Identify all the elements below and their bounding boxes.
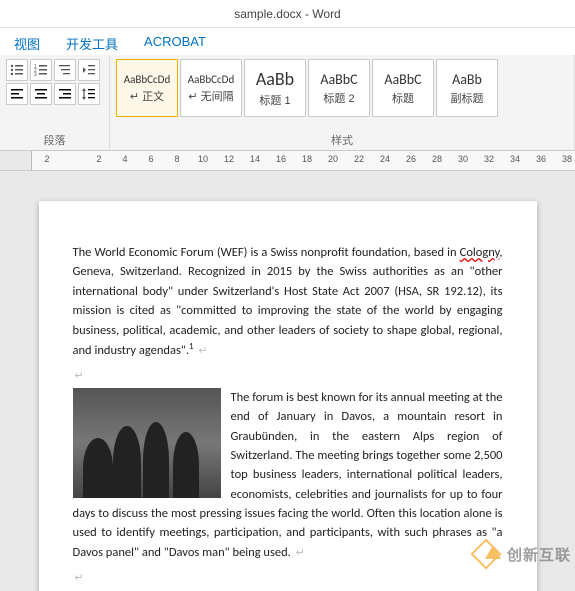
ruler-tick: 8 xyxy=(164,154,190,164)
document-area[interactable]: The World Economic Forum (WEF) is a Swis… xyxy=(0,171,575,591)
style-preview: AaBb xyxy=(452,71,482,88)
ruler-tick: 14 xyxy=(242,154,268,164)
style-tile-4[interactable]: AaBbC 标题 xyxy=(372,59,434,117)
style-preview: AaBb xyxy=(256,68,294,90)
footnote-ref-1[interactable]: 1 xyxy=(189,341,194,352)
tab-acrobat[interactable]: ACROBAT xyxy=(140,32,210,55)
style-name: ↵ 无间隔 xyxy=(188,88,233,104)
image-silhouette xyxy=(173,432,199,498)
ruler-tick xyxy=(60,154,86,164)
ruler-tick: 36 xyxy=(528,154,554,164)
style-name: ↵ 正文 xyxy=(130,88,164,104)
bullets-icon[interactable] xyxy=(6,59,28,81)
ruler-tick: 2 xyxy=(86,154,112,164)
align-center-icon[interactable] xyxy=(30,83,52,105)
styles-group-label: 样式 xyxy=(116,130,568,148)
style-name: 标题 2 xyxy=(323,90,354,106)
ruler-gutter xyxy=(0,151,32,170)
image-silhouette xyxy=(143,422,169,498)
ruler-numbers: 224681012141618202224262830323436384042 xyxy=(34,154,575,164)
title-bar: sample.docx - Word xyxy=(0,0,575,28)
numbering-icon[interactable]: 123 xyxy=(30,59,52,81)
ribbon: 123 段落 AaBbCcDd ↵ 正文 AaBbCcDd ↵ 无间隔 AaBb 标题 1… xyxy=(0,55,575,151)
watermark-logo-icon xyxy=(471,539,501,569)
style-tile-2[interactable]: AaBb 标题 1 xyxy=(244,59,306,117)
style-tile-3[interactable]: AaBbC 标题 2 xyxy=(308,59,370,117)
paragraph-group-label: 段落 xyxy=(6,130,103,148)
ruler-tick: 34 xyxy=(502,154,528,164)
horizontal-ruler[interactable]: 224681012141618202224262830323436384042 xyxy=(0,151,575,171)
window-title: sample.docx - Word xyxy=(234,7,340,21)
p1-text-a: The World Economic Forum (WEF) is a Swis… xyxy=(73,245,460,260)
spelling-error-cologny[interactable]: Cologny xyxy=(460,245,500,260)
style-preview: AaBbCcDd xyxy=(188,73,234,86)
watermark: 创新互联 xyxy=(471,539,571,569)
decrease-indent-icon[interactable] xyxy=(78,59,100,81)
line-spacing-icon[interactable] xyxy=(78,83,100,105)
ruler-tick: 2 xyxy=(34,154,60,164)
ruler-tick: 30 xyxy=(450,154,476,164)
inline-image[interactable] xyxy=(73,388,221,498)
app-window: sample.docx - Word 视图 开发工具 ACROBAT 123 段… xyxy=(0,0,575,573)
ruler-tick: 26 xyxy=(398,154,424,164)
style-name: 副标题 xyxy=(451,90,484,106)
paragraph-buttons: 123 xyxy=(6,59,103,105)
style-tile-1[interactable]: AaBbCcDd ↵ 无间隔 xyxy=(180,59,242,117)
ruler-tick: 12 xyxy=(216,154,242,164)
tab-view[interactable]: 视图 xyxy=(10,32,44,55)
style-preview: AaBbCcDd xyxy=(124,73,170,86)
ribbon-group-styles: AaBbCcDd ↵ 正文 AaBbCcDd ↵ 无间隔 AaBb 标题 1 AaBbC 标题… xyxy=(110,55,575,150)
empty-paragraph[interactable] xyxy=(73,366,503,385)
align-left-icon[interactable] xyxy=(6,83,28,105)
ribbon-tabs: 视图 开发工具 ACROBAT xyxy=(0,28,575,55)
ruler-tick: 28 xyxy=(424,154,450,164)
style-tile-0[interactable]: AaBbCcDd ↵ 正文 xyxy=(116,59,178,117)
image-silhouette xyxy=(83,438,113,498)
ruler-tick: 18 xyxy=(294,154,320,164)
watermark-text: 创新互联 xyxy=(507,544,571,565)
multilevel-list-icon[interactable] xyxy=(54,59,76,81)
paragraph-2[interactable]: The forum is best known for its annual m… xyxy=(73,388,503,562)
ruler-tick: 6 xyxy=(138,154,164,164)
page[interactable]: The World Economic Forum (WEF) is a Swis… xyxy=(39,201,537,591)
style-name: 标题 1 xyxy=(259,92,290,108)
ruler-tick: 16 xyxy=(268,154,294,164)
ruler-tick: 32 xyxy=(476,154,502,164)
ruler-tick: 20 xyxy=(320,154,346,164)
style-tile-5[interactable]: AaBb 副标题 xyxy=(436,59,498,117)
style-name: 标题 xyxy=(392,90,414,106)
svg-text:3: 3 xyxy=(34,72,37,77)
empty-paragraph[interactable] xyxy=(73,568,503,587)
style-preview: AaBbC xyxy=(320,71,357,88)
ruler-tick: 24 xyxy=(372,154,398,164)
align-right-icon[interactable] xyxy=(54,83,76,105)
p1-text-b: , Geneva, Switzerland. Recognized in 201… xyxy=(73,245,503,358)
tab-developer[interactable]: 开发工具 xyxy=(62,32,122,55)
paragraph-1[interactable]: The World Economic Forum (WEF) is a Swis… xyxy=(73,243,503,360)
ruler-tick: 22 xyxy=(346,154,372,164)
styles-gallery: AaBbCcDd ↵ 正文 AaBbCcDd ↵ 无间隔 AaBb 标题 1 AaBbC 标题… xyxy=(116,59,568,117)
image-silhouette xyxy=(113,426,141,498)
ruler-tick: 10 xyxy=(190,154,216,164)
ruler-tick: 4 xyxy=(112,154,138,164)
ribbon-group-paragraph: 123 段落 xyxy=(0,55,110,150)
style-preview: AaBbC xyxy=(384,71,421,88)
ruler-tick: 38 xyxy=(554,154,575,164)
